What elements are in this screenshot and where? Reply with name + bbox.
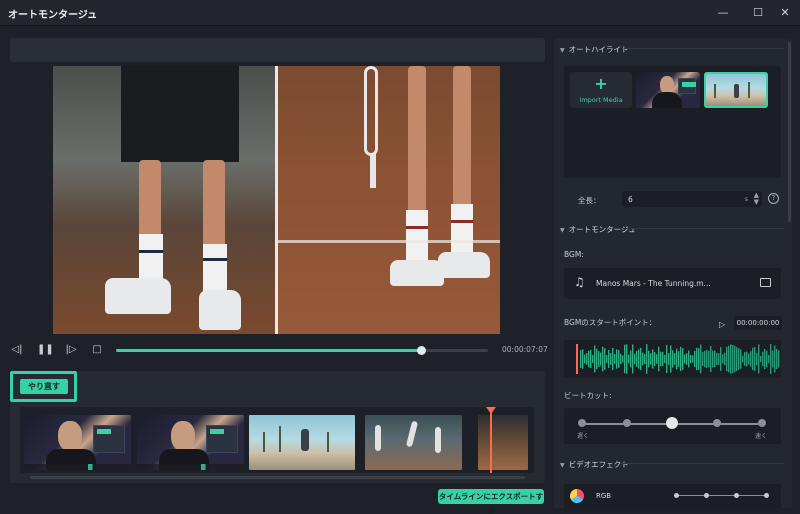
step-forward-icon[interactable]: |▷ <box>64 343 78 357</box>
title-bar: オートモンタージュ — ☐ ✕ <box>0 0 800 26</box>
play-icon[interactable]: ▷ <box>719 320 725 329</box>
effect-row-rgb[interactable]: RGB <box>564 484 781 508</box>
effect-name: RGB <box>596 492 612 500</box>
redo-button[interactable]: やり直す <box>20 379 68 394</box>
slow-label: 遅く <box>577 433 590 440</box>
clip-thumbnail[interactable] <box>478 415 528 470</box>
bgm-waveform[interactable] <box>564 340 781 378</box>
timeline-progress <box>116 349 422 352</box>
playhead[interactable] <box>490 407 492 473</box>
strip-scrollbar[interactable] <box>30 476 525 479</box>
video-preview[interactable] <box>53 66 500 334</box>
redo-highlight: やり直す <box>10 371 77 402</box>
waveform-graphic <box>580 344 780 374</box>
clip-thumbnail[interactable] <box>24 415 131 470</box>
video-scene-left <box>53 66 276 334</box>
tennis-racket <box>364 66 378 156</box>
plus-icon: + <box>594 74 608 93</box>
waveform-start-marker[interactable] <box>576 344 578 374</box>
media-thumbnail-selected[interactable] <box>704 72 768 108</box>
video-scene-right <box>278 66 500 334</box>
preview-panel: ◁| ❚❚ |▷ □ 00:00:07:07 やり直す <box>10 38 548 483</box>
clip-strip-panel: やり直す <box>10 371 545 483</box>
spinner-icon[interactable]: ▲ ▼ <box>754 192 759 206</box>
fast-label: 速く <box>755 433 768 440</box>
highlight-section-header[interactable]: ▼ オートハイライト <box>560 44 628 55</box>
music-note-icon: ♫ <box>574 275 585 289</box>
rgb-icon <box>570 489 584 503</box>
maximize-button[interactable]: ☐ <box>747 4 769 22</box>
montage-section-header[interactable]: ▼ オートモンタージュ <box>560 224 635 235</box>
length-label: 全長： <box>578 196 601 205</box>
player-controls: ◁| ❚❚ |▷ □ 00:00:07:07 <box>10 341 548 361</box>
settings-scrollbar[interactable] <box>788 42 791 222</box>
video-effect-section-header[interactable]: ▼ ビデオエフェクト <box>560 459 629 470</box>
step-back-icon[interactable]: ◁| <box>10 343 24 357</box>
chevron-down-icon: ▼ <box>560 47 565 54</box>
minimize-button[interactable]: — <box>712 4 734 22</box>
bgm-selector[interactable]: ♫ Manos Mars - The Tunning.m... <box>564 268 781 299</box>
help-icon[interactable]: ? <box>768 193 779 204</box>
media-thumbnail[interactable] <box>636 72 700 108</box>
length-input[interactable]: 6 s ▲ ▼ <box>622 191 762 207</box>
timeline-handle[interactable] <box>417 346 427 355</box>
chevron-down-icon: ▼ <box>560 227 565 234</box>
window-title: オートモンタージュ <box>8 10 98 21</box>
export-to-timeline-button[interactable]: タイムラインにエクスポートする <box>438 489 544 514</box>
highlight-media-box: + Import Media <box>564 66 781 178</box>
chevron-down-icon: ▼ <box>560 462 565 469</box>
stop-icon[interactable]: □ <box>90 343 104 357</box>
time-display: 00:00:07:07 <box>502 345 548 354</box>
clip-strip[interactable] <box>20 407 534 473</box>
bgm-start-label: BGMのスタートポイント： <box>564 318 657 327</box>
beat-cut-label: ビートカット: <box>564 391 612 400</box>
settings-panel: ▼ オートハイライト + Import Media 全長： 6 s ▲ ▼ ? ▼ オ… <box>554 38 792 508</box>
preview-topbar <box>10 38 545 62</box>
playback-timeline[interactable] <box>116 346 488 355</box>
clip-thumbnail[interactable] <box>249 415 355 470</box>
bgm-track-name: Manos Mars - The Tunning.m... <box>596 279 711 288</box>
beat-cut-handle[interactable] <box>666 417 678 429</box>
pause-icon[interactable]: ❚❚ <box>37 343 54 357</box>
clip-thumbnail[interactable] <box>137 415 244 470</box>
folder-icon[interactable] <box>760 278 771 287</box>
import-media-button[interactable]: + Import Media <box>570 72 632 108</box>
close-button[interactable]: ✕ <box>774 4 796 22</box>
clip-thumbnail[interactable] <box>365 415 462 470</box>
beat-cut-slider[interactable]: 遅く 速く <box>564 408 781 444</box>
bgm-start-time-input[interactable]: 00:00:00:00 <box>734 316 782 330</box>
bgm-label: BGM: <box>564 250 584 259</box>
